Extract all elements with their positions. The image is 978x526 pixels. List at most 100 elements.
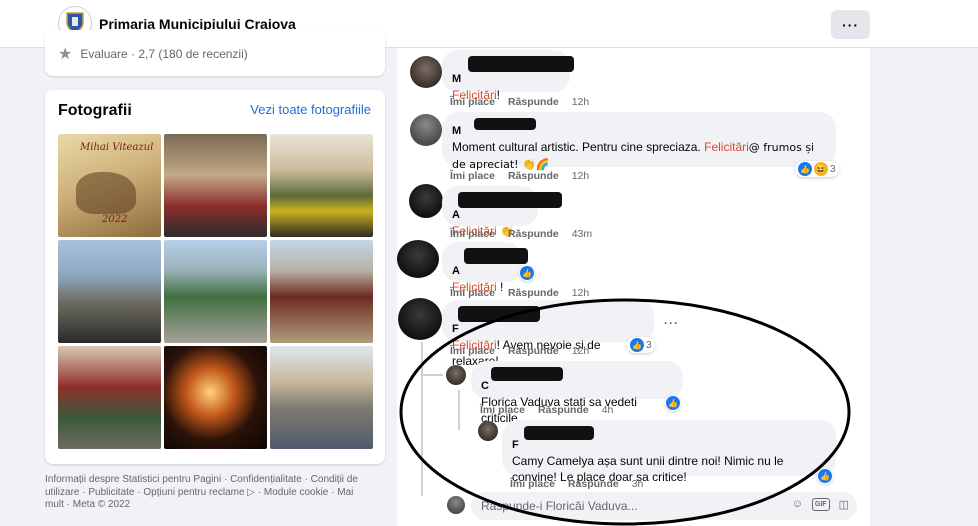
reply-placeholder: Răspunde-i Floricăi Vaduva... (481, 499, 638, 513)
comment-time[interactable]: 12h (572, 96, 590, 108)
comment-bubble: A Felicitări ! (442, 242, 528, 294)
star-icon: ★ (58, 46, 73, 63)
photo-grid: Mihai Viteazul 2022 (58, 134, 373, 449)
thread-line (421, 374, 443, 376)
reply-action[interactable]: Răspunde (508, 170, 559, 182)
photo-thumbnail[interactable] (58, 346, 161, 449)
comment-author[interactable]: F (452, 323, 459, 335)
photo-thumbnail[interactable] (164, 240, 267, 343)
comment-author[interactable]: M (452, 125, 461, 137)
like-action[interactable]: Îmi place (480, 404, 525, 416)
redacted-name (491, 367, 563, 381)
reply-input[interactable]: Răspunde-i Floricăi Vaduva... ☺ GIF ◫ (471, 492, 857, 520)
comment-actions: Îmi place Răspunde 12h (450, 287, 589, 299)
reply-actions: Îmi place Răspunde 4h (480, 404, 613, 416)
comment-text: Moment cultural artistic. Pentru cine sp… (452, 140, 705, 154)
reply-author[interactable]: C (481, 380, 489, 392)
comment-bubble: M Felicitări! (442, 50, 574, 102)
reply-action[interactable]: Răspunde (508, 96, 559, 108)
comment-bubble: M Moment cultural artistic. Pentru cine … (442, 112, 836, 171)
reaction-summary[interactable]: 👍 3 (627, 337, 655, 353)
reaction-summary[interactable]: 👍 (665, 395, 681, 411)
reply-bubble: F Camy Camelya așa sunt unii dintre noi!… (502, 420, 836, 484)
reply-time[interactable]: 4h (602, 404, 614, 416)
reply-time[interactable]: 3h (632, 478, 644, 490)
avatar[interactable] (397, 240, 439, 278)
page-footer[interactable]: Informații despre Statistici pentru Pagi… (45, 474, 375, 512)
photo-thumbnail[interactable] (270, 134, 373, 237)
comment-bubble: F Felicitări! Avem nevoie și de relaxare… (442, 300, 654, 368)
more-options-button[interactable]: ··· (831, 10, 870, 39)
comment-author[interactable]: M (452, 73, 461, 85)
like-reaction-icon: 👍 (520, 266, 534, 280)
reply-actions: Îmi place Răspunde 3h (510, 478, 643, 490)
rating-card: ★ Evaluare · 2,7 (180 de recenzii) (45, 30, 385, 76)
reply-action[interactable]: Răspunde (508, 228, 559, 240)
gif-icon[interactable]: GIF (811, 498, 830, 511)
comment-time[interactable]: 43m (572, 228, 592, 240)
thread-line (421, 342, 423, 496)
comment-actions: Îmi place Răspunde 12h (450, 345, 589, 357)
avatar[interactable] (410, 56, 442, 88)
reaction-summary[interactable]: 👍 😆 3 (795, 161, 839, 177)
felicitari-link[interactable]: Felicitări (704, 140, 749, 154)
sticker-icon[interactable]: ◫ (839, 498, 849, 511)
reply-action[interactable]: Răspunde (508, 287, 559, 299)
comment-author[interactable]: A (452, 209, 460, 221)
redacted-name (468, 56, 574, 72)
more-options-icon[interactable]: ··· (664, 316, 679, 330)
photo-thumbnail[interactable] (164, 346, 267, 449)
redacted-name (464, 248, 528, 264)
comment-actions: Îmi place Răspunde 12h (450, 96, 589, 108)
photo-thumbnail[interactable]: Mihai Viteazul 2022 (58, 134, 161, 237)
comment-time[interactable]: 12h (572, 345, 590, 357)
photos-title: Fotografii (58, 102, 132, 119)
photo-thumbnail[interactable] (164, 134, 267, 237)
poster-year: 2022 (102, 214, 128, 225)
like-reaction-icon: 👍 (798, 162, 812, 176)
reply-action[interactable]: Răspunde (568, 478, 619, 490)
reply-action[interactable]: Răspunde (508, 345, 559, 357)
photo-thumbnail[interactable] (270, 240, 373, 343)
like-reaction-icon: 👍 (630, 338, 644, 352)
reaction-summary[interactable]: 👍 (519, 265, 535, 281)
current-user-avatar[interactable] (447, 496, 465, 514)
reaction-summary[interactable]: 👍 (817, 468, 833, 484)
haha-reaction-icon: 😆 (814, 162, 828, 176)
rating-text[interactable]: Evaluare · 2,7 (180 de recenzii) (80, 47, 247, 61)
comment-author[interactable]: A (452, 265, 460, 277)
comment-time[interactable]: 12h (572, 170, 590, 182)
avatar[interactable] (446, 365, 466, 385)
photo-thumbnail[interactable] (270, 346, 373, 449)
reaction-count: 3 (830, 163, 836, 175)
like-action[interactable]: Îmi place (450, 345, 495, 357)
see-all-photos-link[interactable]: Vezi toate fotografiile (250, 102, 371, 117)
like-reaction-icon: 👍 (666, 396, 680, 410)
redacted-name (458, 306, 540, 322)
emoji-icon[interactable]: ☺ (792, 498, 803, 511)
like-action[interactable]: Îmi place (450, 96, 495, 108)
photo-thumbnail[interactable] (58, 240, 161, 343)
like-action[interactable]: Îmi place (510, 478, 555, 490)
reply-author[interactable]: F (512, 439, 519, 451)
comment-bubble: A Felicitări 👏 (442, 186, 562, 238)
thread-line (458, 390, 460, 430)
redacted-name (524, 426, 594, 440)
avatar[interactable] (478, 421, 498, 441)
reply-action[interactable]: Răspunde (538, 404, 589, 416)
avatar[interactable] (409, 184, 443, 218)
reply-bubble: C Florica Vaduva stati sa vedeti critici… (471, 361, 683, 425)
poster-text: Mihai Viteazul (80, 142, 154, 153)
like-action[interactable]: Îmi place (450, 170, 495, 182)
comment-time[interactable]: 12h (572, 287, 590, 299)
photos-card: Fotografii Vezi toate fotografiile Mihai… (45, 90, 385, 464)
like-reaction-icon: 👍 (818, 469, 832, 483)
comment-actions: Îmi place Răspunde 43m (450, 228, 592, 240)
redacted-name (458, 192, 562, 208)
comment-actions: Îmi place Răspunde 12h (450, 170, 589, 182)
avatar[interactable] (410, 114, 442, 146)
like-action[interactable]: Îmi place (450, 228, 495, 240)
like-action[interactable]: Îmi place (450, 287, 495, 299)
redacted-name (474, 118, 536, 130)
avatar[interactable] (398, 298, 442, 340)
